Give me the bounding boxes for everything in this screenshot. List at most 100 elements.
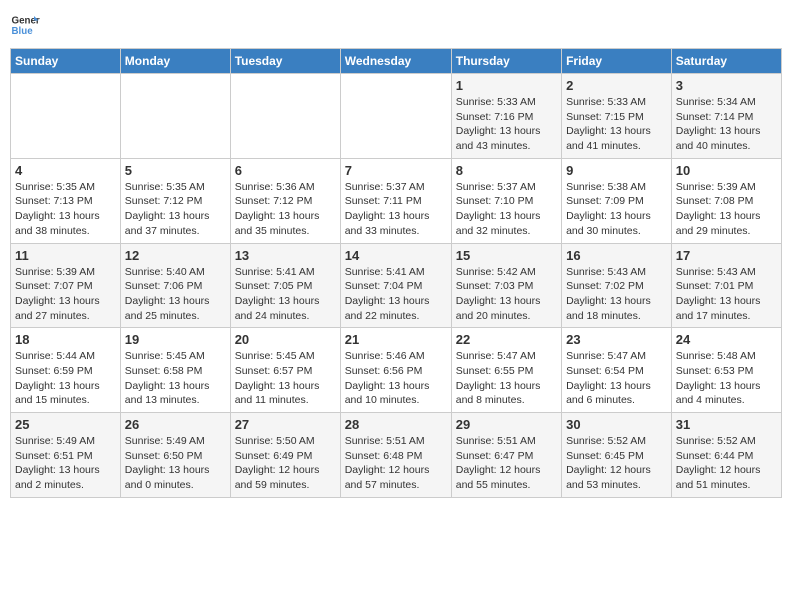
day-number: 28 xyxy=(345,417,447,432)
day-number: 8 xyxy=(456,163,557,178)
column-header-monday: Monday xyxy=(120,49,230,74)
day-number: 3 xyxy=(676,78,777,93)
calendar-cell: 17 Sunrise: 5:43 AMSunset: 7:01 PMDayligh… xyxy=(671,243,781,328)
calendar-cell: 6Sunrise: 5:36 AMSunset: 7:12 PMDaylight… xyxy=(230,158,340,243)
day-detail: Sunrise: 5:50 AMSunset: 6:49 PMDaylight:… xyxy=(235,434,336,493)
day-number: 17 xyxy=(676,248,777,263)
calendar-cell xyxy=(11,74,121,159)
calendar-cell: 5 Sunrise: 5:35 AMSunset: 7:12 PMDaylight… xyxy=(120,158,230,243)
calendar-cell: 1Sunrise: 5:33 AMSunset: 7:16 PMDaylight… xyxy=(451,74,561,159)
calendar-cell: 29 Sunrise: 5:51 AMSunset: 6:47 PMDayligh… xyxy=(451,413,561,498)
calendar-cell: 21 Sunrise: 5:46 AMSunset: 6:56 PMDayligh… xyxy=(340,328,451,413)
column-header-sunday: Sunday xyxy=(11,49,121,74)
calendar-cell: 11 Sunrise: 5:39 AMSunset: 7:07 PMDayligh… xyxy=(11,243,121,328)
day-number: 10 xyxy=(676,163,777,178)
calendar-cell: 23 Sunrise: 5:47 AMSunset: 6:54 PMDayligh… xyxy=(562,328,672,413)
day-number: 4 xyxy=(15,163,116,178)
day-number: 2 xyxy=(566,78,667,93)
day-detail: Sunrise: 5:35 AMSunset: 7:12 PMDaylight:… xyxy=(125,180,226,239)
day-number: 31 xyxy=(676,417,777,432)
day-detail: Sunrise: 5:41 AMSunset: 7:04 PMDaylight:… xyxy=(345,265,447,324)
day-number: 14 xyxy=(345,248,447,263)
day-detail: Sunrise: 5:42 AMSunset: 7:03 PMDaylight:… xyxy=(456,265,557,324)
calendar-cell xyxy=(120,74,230,159)
calendar-cell: 13 Sunrise: 5:41 AMSunset: 7:05 PMDayligh… xyxy=(230,243,340,328)
day-number: 25 xyxy=(15,417,116,432)
calendar-cell: 10 Sunrise: 5:39 AMSunset: 7:08 PMDayligh… xyxy=(671,158,781,243)
day-detail: Sunrise: 5:48 AMSunset: 6:53 PMDaylight:… xyxy=(676,349,777,408)
calendar-cell: 26 Sunrise: 5:49 AMSunset: 6:50 PMDayligh… xyxy=(120,413,230,498)
day-detail: Sunrise: 5:51 AMSunset: 6:47 PMDaylight:… xyxy=(456,434,557,493)
day-detail: Sunrise: 5:44 AMSunset: 6:59 PMDaylight:… xyxy=(15,349,116,408)
day-number: 24 xyxy=(676,332,777,347)
day-detail: Sunrise: 5:40 AMSunset: 7:06 PMDaylight:… xyxy=(125,265,226,324)
day-number: 22 xyxy=(456,332,557,347)
page-header: General Blue xyxy=(10,10,782,40)
day-detail: Sunrise: 5:47 AMSunset: 6:55 PMDaylight:… xyxy=(456,349,557,408)
column-header-saturday: Saturday xyxy=(671,49,781,74)
day-number: 23 xyxy=(566,332,667,347)
calendar-cell xyxy=(340,74,451,159)
day-detail: Sunrise: 5:37 AMSunset: 7:10 PMDaylight:… xyxy=(456,180,557,239)
day-number: 1 xyxy=(456,78,557,93)
calendar-header-row: SundayMondayTuesdayWednesdayThursdayFrid… xyxy=(11,49,782,74)
day-number: 30 xyxy=(566,417,667,432)
day-detail: Sunrise: 5:52 AMSunset: 6:44 PMDaylight:… xyxy=(676,434,777,493)
day-detail: Sunrise: 5:45 AMSunset: 6:58 PMDaylight:… xyxy=(125,349,226,408)
day-detail: Sunrise: 5:49 AMSunset: 6:50 PMDaylight:… xyxy=(125,434,226,493)
calendar-cell: 22 Sunrise: 5:47 AMSunset: 6:55 PMDayligh… xyxy=(451,328,561,413)
day-number: 9 xyxy=(566,163,667,178)
column-header-thursday: Thursday xyxy=(451,49,561,74)
day-detail: Sunrise: 5:34 AMSunset: 7:14 PMDaylight:… xyxy=(676,95,777,154)
calendar-cell: 12Sunrise: 5:40 AMSunset: 7:06 PMDayligh… xyxy=(120,243,230,328)
day-detail: Sunrise: 5:41 AMSunset: 7:05 PMDaylight:… xyxy=(235,265,336,324)
calendar-cell: 16Sunrise: 5:43 AMSunset: 7:02 PMDayligh… xyxy=(562,243,672,328)
calendar-cell: 28 Sunrise: 5:51 AMSunset: 6:48 PMDayligh… xyxy=(340,413,451,498)
calendar-week-row: 25 Sunrise: 5:49 AMSunset: 6:51 PMDayligh… xyxy=(11,413,782,498)
column-header-tuesday: Tuesday xyxy=(230,49,340,74)
day-number: 26 xyxy=(125,417,226,432)
day-detail: Sunrise: 5:39 AMSunset: 7:07 PMDaylight:… xyxy=(15,265,116,324)
calendar-cell: 18Sunrise: 5:44 AMSunset: 6:59 PMDayligh… xyxy=(11,328,121,413)
day-detail: Sunrise: 5:43 AMSunset: 7:01 PMDaylight:… xyxy=(676,265,777,324)
calendar-cell: 14 Sunrise: 5:41 AMSunset: 7:04 PMDayligh… xyxy=(340,243,451,328)
logo: General Blue xyxy=(10,10,40,40)
day-detail: Sunrise: 5:35 AMSunset: 7:13 PMDaylight:… xyxy=(15,180,116,239)
calendar-table: SundayMondayTuesdayWednesdayThursdayFrid… xyxy=(10,48,782,498)
calendar-cell: 31 Sunrise: 5:52 AMSunset: 6:44 PMDayligh… xyxy=(671,413,781,498)
column-header-friday: Friday xyxy=(562,49,672,74)
day-detail: Sunrise: 5:52 AMSunset: 6:45 PMDaylight:… xyxy=(566,434,667,493)
day-number: 15 xyxy=(456,248,557,263)
calendar-cell: 4 Sunrise: 5:35 AMSunset: 7:13 PMDaylight… xyxy=(11,158,121,243)
day-number: 13 xyxy=(235,248,336,263)
logo-icon: General Blue xyxy=(10,10,40,40)
day-number: 27 xyxy=(235,417,336,432)
day-number: 29 xyxy=(456,417,557,432)
calendar-cell: 2 Sunrise: 5:33 AMSunset: 7:15 PMDaylight… xyxy=(562,74,672,159)
calendar-cell xyxy=(230,74,340,159)
day-detail: Sunrise: 5:33 AMSunset: 7:15 PMDaylight:… xyxy=(566,95,667,154)
day-detail: Sunrise: 5:38 AMSunset: 7:09 PMDaylight:… xyxy=(566,180,667,239)
day-detail: Sunrise: 5:49 AMSunset: 6:51 PMDaylight:… xyxy=(15,434,116,493)
day-detail: Sunrise: 5:43 AMSunset: 7:02 PMDaylight:… xyxy=(566,265,667,324)
column-header-wednesday: Wednesday xyxy=(340,49,451,74)
day-detail: Sunrise: 5:51 AMSunset: 6:48 PMDaylight:… xyxy=(345,434,447,493)
calendar-week-row: 1Sunrise: 5:33 AMSunset: 7:16 PMDaylight… xyxy=(11,74,782,159)
day-number: 20 xyxy=(235,332,336,347)
day-detail: Sunrise: 5:39 AMSunset: 7:08 PMDaylight:… xyxy=(676,180,777,239)
calendar-cell: 19 Sunrise: 5:45 AMSunset: 6:58 PMDayligh… xyxy=(120,328,230,413)
svg-text:General: General xyxy=(12,16,41,27)
day-number: 5 xyxy=(125,163,226,178)
calendar-cell: 15 Sunrise: 5:42 AMSunset: 7:03 PMDayligh… xyxy=(451,243,561,328)
day-detail: Sunrise: 5:46 AMSunset: 6:56 PMDaylight:… xyxy=(345,349,447,408)
day-number: 21 xyxy=(345,332,447,347)
svg-text:Blue: Blue xyxy=(12,26,34,37)
day-detail: Sunrise: 5:47 AMSunset: 6:54 PMDaylight:… xyxy=(566,349,667,408)
day-number: 7 xyxy=(345,163,447,178)
calendar-cell: 27 Sunrise: 5:50 AMSunset: 6:49 PMDayligh… xyxy=(230,413,340,498)
calendar-cell: 3 Sunrise: 5:34 AMSunset: 7:14 PMDaylight… xyxy=(671,74,781,159)
day-number: 19 xyxy=(125,332,226,347)
day-detail: Sunrise: 5:37 AMSunset: 7:11 PMDaylight:… xyxy=(345,180,447,239)
day-number: 11 xyxy=(15,248,116,263)
calendar-cell: 25 Sunrise: 5:49 AMSunset: 6:51 PMDayligh… xyxy=(11,413,121,498)
